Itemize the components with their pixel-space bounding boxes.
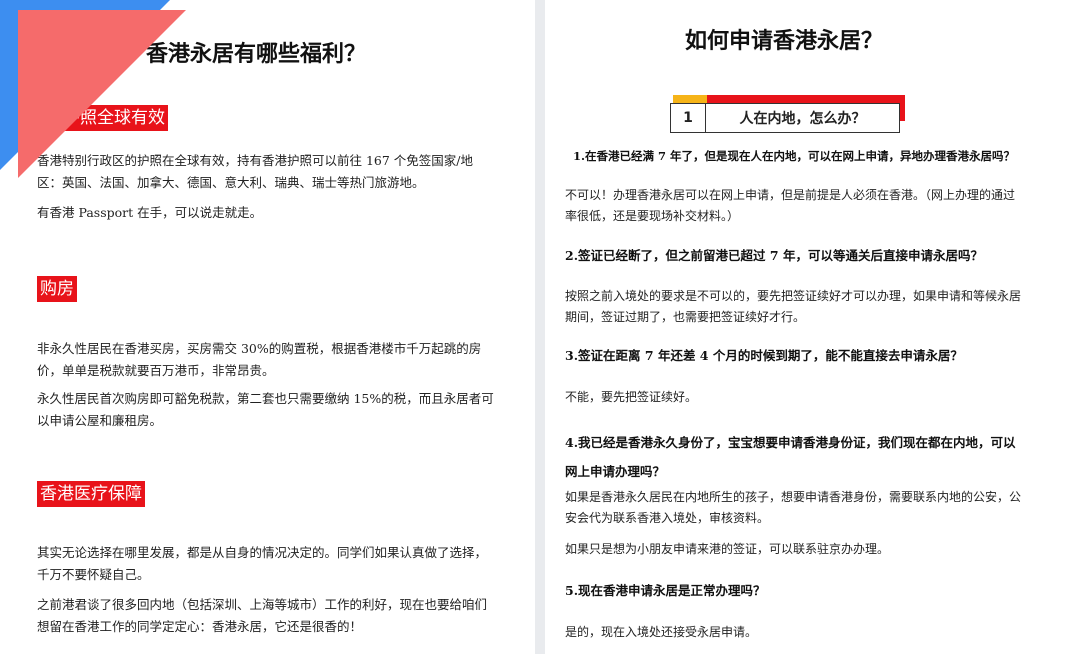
question-3: 3.签证在距离 7 年还差 4 个月的时候到期了，能不能直接去申请永居？ <box>565 348 963 363</box>
header-yellow-accent <box>673 95 707 103</box>
section-tag-medical: 香港医疗保障 <box>37 481 145 507</box>
section-tag-housing: 购房 <box>37 276 77 302</box>
right-page-title: 如何申请香港永居？ <box>685 28 884 54</box>
right-page: 如何申请香港永居？ 1 人在内地，怎么办？ 1.在香港已经满 7 年了，但是现在… <box>545 0 1080 654</box>
header-label: 人在内地，怎么办？ <box>739 111 866 127</box>
corner-decoration-red <box>18 10 186 178</box>
answer-2: 按照之前入境处的要求是不可以的，要先把签证续好才可以办理，如果申请和等候永居期间… <box>565 289 1022 324</box>
question-4: 4.我已经是香港永久身份了，宝宝想要申请香港身份证，我们现在都在内地，可以网上申… <box>565 435 1016 479</box>
answer-3: 不能，要先把签证续好。 <box>565 390 698 404</box>
passport-paragraph-2: 有香港 Passport 在手，可以说走就走。 <box>37 205 263 220</box>
header-number: 1 <box>671 104 706 132</box>
answer-4-part-2: 如果只是想为小朋友申请来港的签证，可以联系驻京办办理。 <box>565 542 890 556</box>
numbered-section-header: 1 人在内地，怎么办？ <box>670 95 905 135</box>
answer-5: 是的，现在入境处还接受永居申请。 <box>565 625 758 639</box>
question-5: 5.现在香港申请永居是正常办理吗？ <box>565 583 766 598</box>
answer-4-part-1: 如果是香港永久居民在内地所生的孩子，想要申请香港身份，需要联系内地的公安，公安会… <box>565 490 1022 525</box>
header-box: 1 人在内地，怎么办？ <box>670 103 900 133</box>
question-2: 2.签证已经断了，但之前留港已超过 7 年，可以等通关后直接申请永居吗？ <box>565 248 983 263</box>
housing-paragraph-1: 非永久性居民在香港买房，买房需交 30%的购置税，根据香港楼市千万起跳的房价，单… <box>37 341 482 378</box>
left-page: 香港永居有哪些福利？ 护照全球有效 香港特别行政区的护照在全球有效，持有香港护照… <box>0 0 535 654</box>
medical-paragraph-2: 之前港君谈了很多回内地（包括深圳、上海等城市）工作的利好，现在也要给咱们想留在香… <box>37 597 488 634</box>
question-1: 1.在香港已经满 7 年了，但是现在人在内地，可以在网上申请，异地办理香港永居吗… <box>573 149 1016 163</box>
housing-paragraph-2: 永久性居民首次购房即可豁免税款，第二套也只需要缴纳 15%的税，而且永居者可以申… <box>37 391 494 428</box>
medical-paragraph-1: 其实无论选择在哪里发展，都是从自身的情况决定的。同学们如果认真做了选择，千万不要… <box>37 545 488 582</box>
answer-1: 不可以！办理香港永居可以在网上申请，但是前提是人必须在香港。（网上办理的通过率很… <box>565 188 1016 223</box>
